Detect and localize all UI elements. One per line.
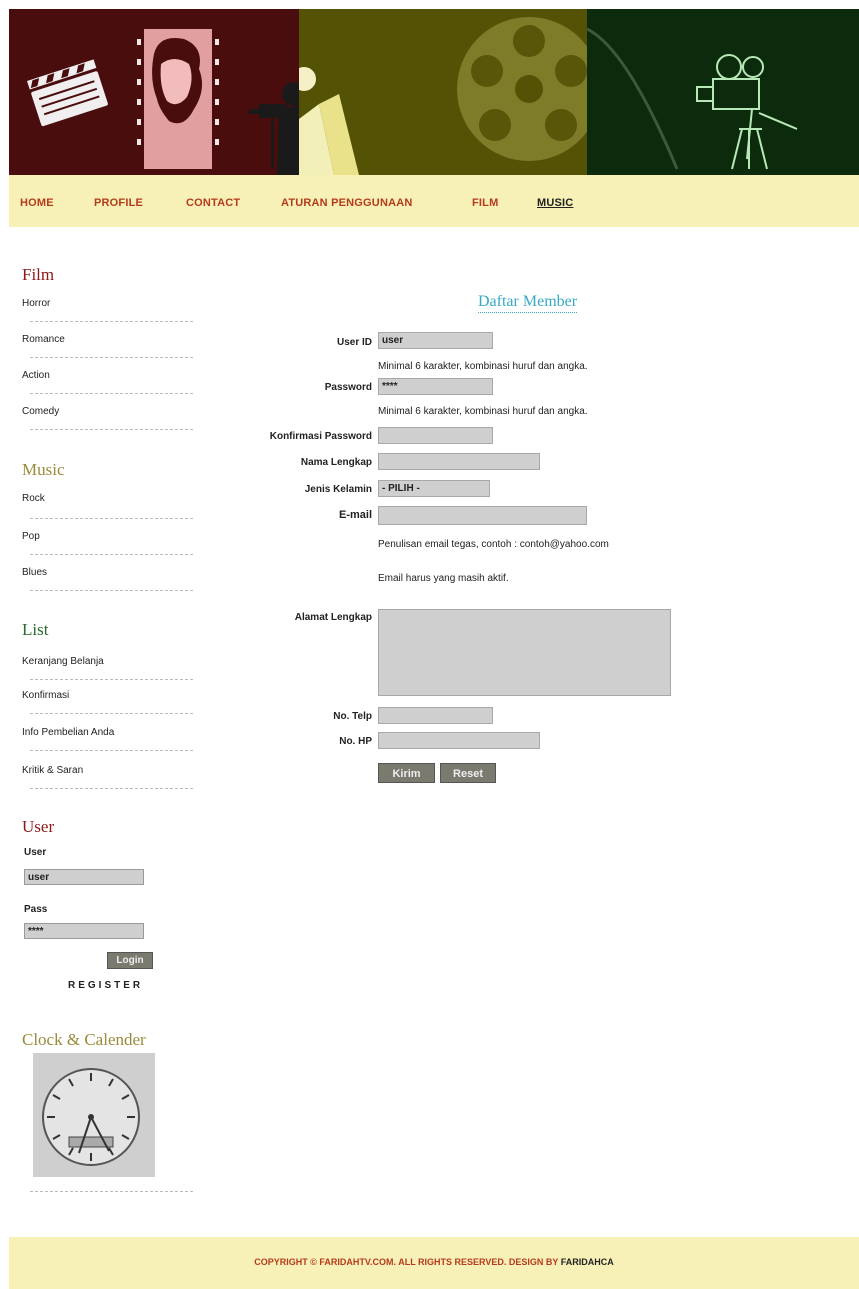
nav-contact[interactable]: CONTACT bbox=[186, 197, 240, 209]
sidebar-heading-clock: Clock & Calender bbox=[22, 1030, 146, 1049]
user-id-hint: Minimal 6 karakter, kombinasi huruf dan … bbox=[378, 361, 588, 372]
email-hint-format: Penulisan email tegas, contoh : contoh@y… bbox=[378, 539, 609, 550]
address-label: Alamat Lengkap bbox=[294, 612, 372, 623]
copyright-text: COPYRIGHT © FARIDAHTV.COM. ALL RIGHTS RE… bbox=[254, 1257, 559, 1267]
divider bbox=[30, 750, 193, 751]
submit-button[interactable]: Kirim bbox=[378, 763, 435, 783]
register-link[interactable]: REGISTER bbox=[68, 980, 143, 991]
login-pass-input[interactable]: **** bbox=[24, 923, 144, 939]
clapperboard-film-strip-icon bbox=[27, 29, 309, 175]
clock-icon bbox=[42, 1068, 140, 1166]
divider bbox=[30, 679, 193, 680]
nav-music[interactable]: MUSIC bbox=[537, 197, 573, 209]
divider bbox=[30, 788, 193, 789]
confirm-password-input[interactable] bbox=[378, 427, 493, 444]
sidebar-heading-user: User bbox=[22, 817, 55, 836]
login-button[interactable]: Login bbox=[107, 952, 153, 969]
nav-home[interactable]: HOME bbox=[20, 197, 54, 209]
sidebar-heading-film: Film bbox=[22, 265, 55, 284]
sidebar-item-comedy[interactable]: Comedy bbox=[22, 406, 59, 417]
email-label: E-mail bbox=[338, 509, 372, 521]
sidebar-item-horror[interactable]: Horror bbox=[22, 298, 50, 309]
film-reel-icon bbox=[292, 17, 601, 175]
main-nav: HOME PROFILE CONTACT ATURAN PENGGUNAAN F… bbox=[9, 175, 859, 227]
banner-panel-red bbox=[9, 9, 309, 175]
divider bbox=[30, 321, 193, 322]
divider bbox=[30, 554, 193, 555]
sidebar-item-pop[interactable]: Pop bbox=[22, 531, 40, 542]
mobile-label: No. HP bbox=[339, 736, 372, 747]
user-id-input[interactable]: user bbox=[378, 332, 493, 349]
gender-select[interactable]: - PILIH - bbox=[378, 480, 490, 497]
footer: COPYRIGHT © FARIDAHTV.COM. ALL RIGHTS RE… bbox=[9, 1237, 859, 1289]
designer-link[interactable]: FARIDAHCA bbox=[561, 1257, 614, 1267]
phone-input[interactable] bbox=[378, 707, 493, 724]
header-banner bbox=[9, 9, 859, 175]
confirm-password-label: Konfirmasi Password bbox=[269, 431, 372, 442]
banner-panel-green bbox=[586, 9, 859, 175]
sidebar-item-action[interactable]: Action bbox=[22, 370, 50, 381]
email-input[interactable] bbox=[378, 506, 587, 525]
password-label: Password bbox=[324, 382, 372, 393]
user-id-label: User ID bbox=[336, 337, 372, 348]
sidebar-item-konfirmasi[interactable]: Konfirmasi bbox=[22, 690, 69, 701]
full-name-label: Nama Lengkap bbox=[300, 457, 372, 468]
form-title: Daftar Member bbox=[478, 293, 578, 313]
full-name-input[interactable] bbox=[378, 453, 540, 470]
password-input[interactable]: **** bbox=[378, 378, 493, 395]
password-hint: Minimal 6 karakter, kombinasi huruf dan … bbox=[378, 406, 588, 417]
phone-label: No. Telp bbox=[333, 711, 372, 722]
nav-film[interactable]: FILM bbox=[472, 197, 498, 209]
reset-button[interactable]: Reset bbox=[440, 763, 496, 783]
divider bbox=[30, 590, 193, 591]
divider bbox=[30, 393, 193, 394]
banner-panel-olive bbox=[292, 9, 601, 175]
page: HOME PROFILE CONTACT ATURAN PENGGUNAAN F… bbox=[0, 0, 859, 1289]
address-textarea[interactable] bbox=[378, 609, 671, 696]
clock-widget bbox=[33, 1053, 155, 1177]
login-pass-label: Pass bbox=[24, 904, 48, 915]
footer-copyright: COPYRIGHT © FARIDAHTV.COM. ALL RIGHTS RE… bbox=[9, 1257, 859, 1267]
sidebar-heading-list: List bbox=[22, 620, 49, 639]
divider bbox=[30, 429, 193, 430]
divider bbox=[30, 1191, 193, 1192]
email-hint-active: Email harus yang masih aktif. bbox=[378, 573, 509, 584]
divider bbox=[30, 357, 193, 358]
mobile-input[interactable] bbox=[378, 732, 540, 749]
gender-label: Jenis Kelamin bbox=[304, 484, 372, 495]
sidebar-item-blues[interactable]: Blues bbox=[22, 567, 47, 578]
login-user-label: User bbox=[24, 847, 47, 858]
sidebar-item-kritik-saran[interactable]: Kritik & Saran bbox=[22, 765, 83, 776]
sidebar-item-keranjang-belanja[interactable]: Keranjang Belanja bbox=[22, 656, 104, 667]
login-user-input[interactable]: user bbox=[24, 869, 144, 885]
movie-camera-icon bbox=[586, 27, 798, 170]
nav-profile[interactable]: PROFILE bbox=[94, 197, 143, 209]
nav-aturan-penggunaan[interactable]: ATURAN PENGGUNAAN bbox=[281, 197, 413, 209]
